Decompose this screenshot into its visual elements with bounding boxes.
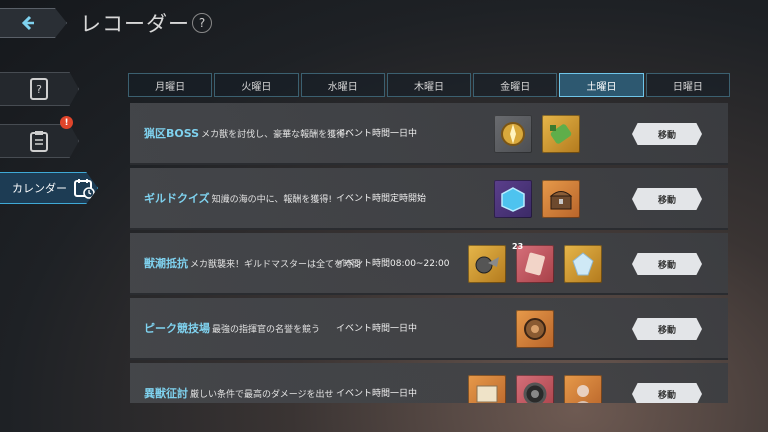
event-description: 最強の指揮官の名誉を競う [212,325,321,335]
event-list: 猟区BOSS メカ獣を討伐し、豪華な報酬を獲得! イベント時間一日中 移動 ギルド… [130,103,728,403]
event-name: ピーク競技場 [144,322,210,335]
calendar-icon [74,179,95,199]
event-time: イベント時間一日中 [336,389,418,399]
back-arrow-icon [21,15,34,31]
notification-badge: ! [60,116,73,129]
go-button[interactable]: 移動 [632,383,702,403]
sidebar-item-calendar[interactable]: カレンダー [0,172,98,204]
help-icon[interactable]: ? [192,13,212,33]
blue-cube-icon[interactable] [494,180,532,218]
event-time: イベント時間08:00~22:00 [336,259,450,269]
gear-armor-icon[interactable] [516,310,554,348]
go-button[interactable]: 移動 [632,188,702,210]
sidebar-item-label: カレンダー [12,182,67,195]
event-name: ギルドクイズ [144,192,210,205]
ice-crystal-icon[interactable] [564,245,602,283]
go-button[interactable]: 移動 [632,253,702,275]
event-name: 猟区BOSS [144,127,200,140]
event-row-beast-conquest: 異獣征討 厳しい条件で最高のダメージを出せ イベント時間一日中 移動 [130,363,728,403]
go-button[interactable]: 移動 [632,123,702,145]
tab-thursday[interactable]: 木曜日 [386,73,472,97]
tab-wednesday[interactable]: 水曜日 [300,73,385,97]
green-scroll-icon[interactable] [542,115,580,153]
clipboard-icon [30,131,48,152]
tab-friday[interactable]: 金曜日 [473,73,558,97]
event-row-guild-quiz: ギルドクイズ 知識の海の中に、報酬を獲得! イベント時間定時開始 移動 [130,168,728,230]
weekday-tabs: 月曜日 火曜日 水曜日 木曜日 金曜日 土曜日 日曜日 [128,73,730,97]
event-time: イベント時間一日中 [336,324,418,334]
event-row-peak-arena: ピーク競技場 最強の指揮官の名誉を競う イベント時間一日中 移動 [130,298,728,360]
drill-part-icon[interactable] [468,245,506,283]
gold-compass-icon[interactable] [494,115,532,153]
go-button[interactable]: 移動 [632,318,702,340]
tab-monday[interactable]: 月曜日 [128,73,213,97]
event-name: 異獣征討 [144,387,188,400]
event-description: 厳しい条件で最高のダメージを出せ [190,390,334,400]
map-scroll-icon[interactable] [468,375,506,403]
event-description: メカ獣を討伐し、豪華な報酬を獲得! [201,130,349,140]
event-row-beast-tide: 獣潮抵抗 メカ獣襲来！ギルドマスターは全てを時間 イベント時間08:00~22:0… [130,233,728,295]
event-description: 知識の海の中に、報酬を獲得! [211,195,333,205]
tab-sunday[interactable]: 日曜日 [645,73,730,97]
treasure-chest-icon[interactable] [542,180,580,218]
tab-tuesday[interactable]: 火曜日 [214,73,299,97]
event-time: イベント時間一日中 [336,129,418,139]
event-time: イベント時間定時開始 [336,194,427,204]
sidebar-item-guide[interactable]: ? [0,72,79,106]
red-card-icon[interactable]: 23 [512,242,554,283]
event-row-boss: 猟区BOSS メカ獣を討伐し、豪華な報酬を獲得! イベント時間一日中 移動 [130,103,728,165]
back-button[interactable] [0,8,67,38]
svg-text:?: ? [36,83,42,96]
sidebar-item-tasks[interactable] [0,124,79,158]
tab-saturday[interactable]: 土曜日 [559,73,644,97]
portrait-card-icon[interactable] [564,375,602,403]
event-name: 獣潮抵抗 [144,257,188,270]
page-title: レコーダー [80,12,190,36]
question-book-icon: ? [30,78,48,100]
tire-part-icon[interactable] [516,375,554,403]
